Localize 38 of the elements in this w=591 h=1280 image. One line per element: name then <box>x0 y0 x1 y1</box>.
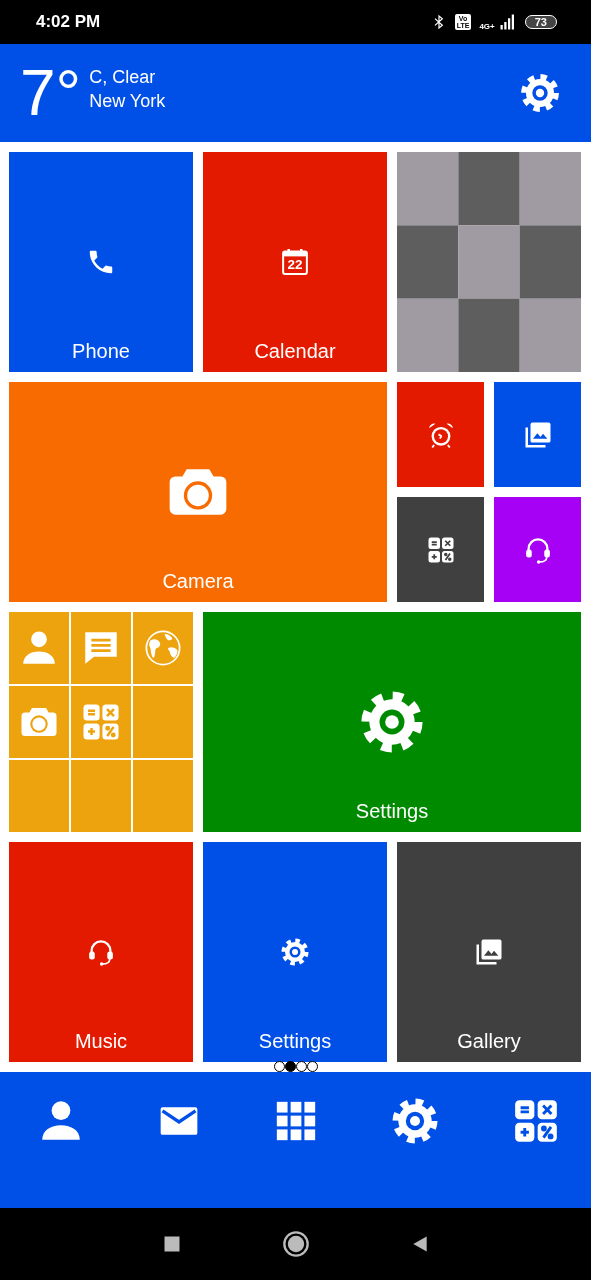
battery-level: 73 <box>524 15 557 29</box>
settings-icon[interactable] <box>519 72 561 114</box>
app-tile[interactable]: Camera <box>9 382 387 602</box>
calendar-icon <box>280 247 310 277</box>
app-tile[interactable]: Settings <box>203 842 387 1062</box>
headset-icon <box>86 937 116 967</box>
app-tile[interactable] <box>397 497 484 602</box>
tile-label: Calendar <box>253 339 337 364</box>
folder-cell[interactable] <box>71 612 131 684</box>
app-tile[interactable]: 22 Calendar <box>203 152 387 372</box>
gear-icon <box>280 937 310 967</box>
folder-cell[interactable] <box>9 612 69 684</box>
folder-cell[interactable] <box>9 686 69 758</box>
app-tile[interactable]: Settings <box>203 612 581 832</box>
tile-label: Settings <box>354 799 430 824</box>
gallery-icon <box>474 937 504 967</box>
weather-condition: C, Clear <box>89 66 157 89</box>
tile-label: Settings <box>257 1029 333 1054</box>
home-button[interactable] <box>281 1230 310 1258</box>
tile-label: Phone <box>71 339 131 364</box>
app-tile[interactable]: Music <box>9 842 193 1062</box>
app-tile[interactable] <box>494 497 581 602</box>
network-type: 4G+ <box>479 23 495 31</box>
status-time: 4:02 PM <box>36 11 101 34</box>
folder-cell[interactable] <box>71 686 131 758</box>
signal-icon <box>498 13 517 31</box>
tile-label: Gallery <box>456 1029 522 1054</box>
calendar-day: 22 <box>280 258 310 272</box>
app-tile[interactable]: Phone <box>9 152 193 372</box>
tile-label: Music <box>73 1029 129 1054</box>
folder-cell[interactable] <box>133 612 193 684</box>
city-name: New York <box>89 90 166 113</box>
app-tile[interactable] <box>397 382 484 487</box>
temperature: 7° <box>20 61 82 125</box>
tile-label: Camera <box>161 569 235 594</box>
app-tile[interactable]: Gallery <box>397 842 581 1062</box>
app-tile[interactable] <box>494 382 581 487</box>
gear-icon <box>358 688 426 756</box>
